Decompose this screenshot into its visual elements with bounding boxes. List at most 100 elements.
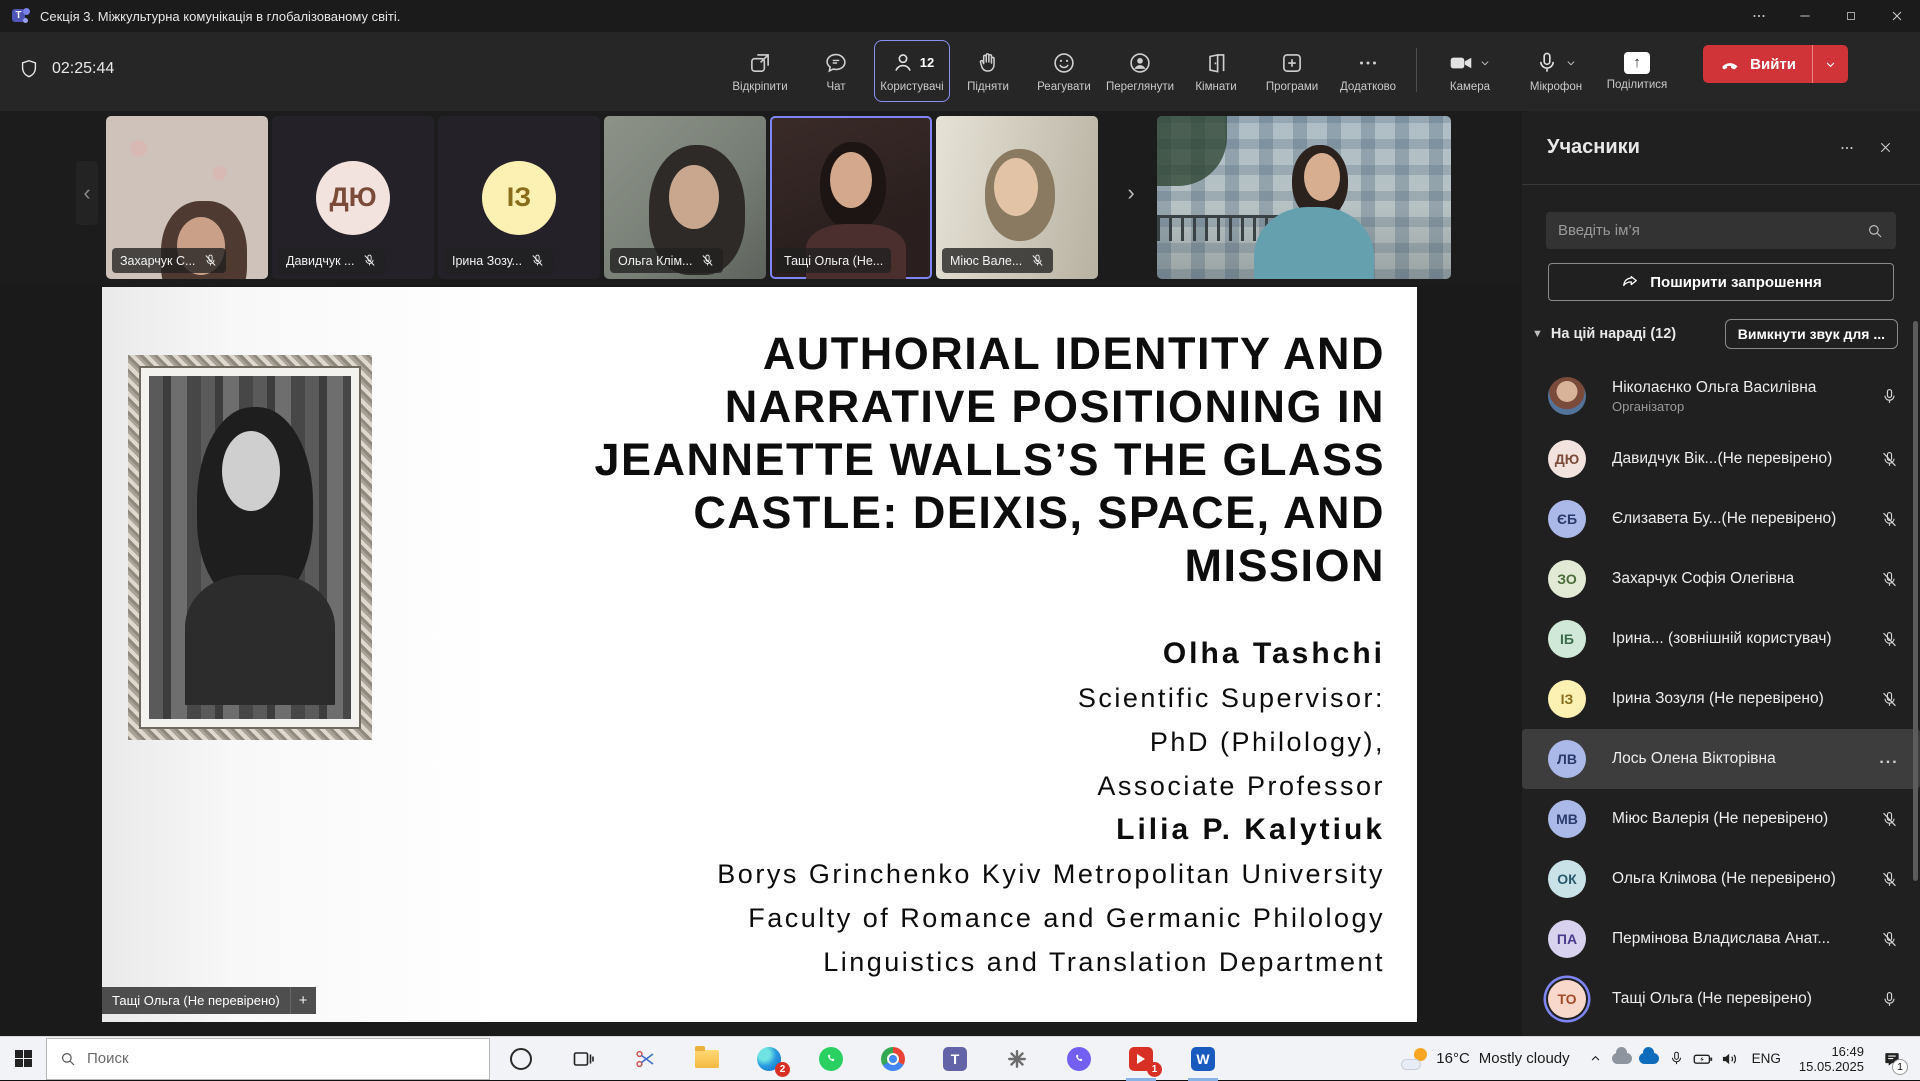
tile-name-chip: Ольга Клім... bbox=[610, 248, 723, 273]
mute-all-button[interactable]: Вимкнути звук для ... bbox=[1725, 319, 1898, 349]
leave-button[interactable]: Вийти bbox=[1703, 45, 1812, 83]
mic-off-icon[interactable] bbox=[1872, 570, 1906, 589]
task-view-icon[interactable] bbox=[552, 1037, 614, 1081]
panel-close-icon[interactable] bbox=[1866, 131, 1904, 165]
video-tile[interactable]: Міюс Вале... bbox=[936, 116, 1098, 279]
taskbar-clock[interactable]: 16:49 15.05.2025 bbox=[1789, 1044, 1874, 1074]
battery-icon[interactable] bbox=[1690, 1037, 1717, 1081]
participant-row[interactable]: ПА Пермінова Владислава Анат... bbox=[1522, 909, 1920, 969]
participant-row[interactable]: ІБ Ірина... (зовнішній користувач) bbox=[1522, 609, 1920, 669]
panel-more-icon[interactable] bbox=[1828, 131, 1866, 165]
media-app-icon[interactable]: 1 bbox=[1110, 1037, 1172, 1081]
avatar: ІБ bbox=[1548, 620, 1586, 658]
chevron-down-icon[interactable] bbox=[1564, 56, 1578, 70]
spotlight-video-tile[interactable] bbox=[1157, 116, 1451, 279]
mic-off-icon[interactable] bbox=[1872, 870, 1906, 889]
panel-scrollbar[interactable] bbox=[1913, 321, 1918, 881]
filmstrip-scroll-left-button[interactable]: ‹ bbox=[76, 161, 98, 225]
participant-row[interactable]: Ніколаєнко Ольга ВасилівнаОрганізатор bbox=[1522, 363, 1920, 429]
hang-up-icon bbox=[1719, 53, 1741, 75]
mic-off-icon[interactable] bbox=[1872, 510, 1906, 529]
apps-button[interactable]: Програми bbox=[1254, 40, 1330, 102]
react-icon bbox=[1051, 50, 1077, 76]
participant-search[interactable] bbox=[1546, 212, 1896, 249]
mic-off-icon[interactable] bbox=[1872, 450, 1906, 469]
ellipsis-icon bbox=[1355, 50, 1381, 76]
chrome-icon[interactable] bbox=[862, 1037, 924, 1081]
participant-row-highlighted[interactable]: ЛВ Лось Олена Вікторівна ... bbox=[1522, 729, 1920, 789]
tray-microphone-icon[interactable] bbox=[1663, 1037, 1690, 1081]
video-tile[interactable]: Ольга Клім... bbox=[604, 116, 766, 279]
time: 16:49 bbox=[1799, 1044, 1864, 1059]
raise-hand-button[interactable]: Підняти bbox=[950, 40, 1026, 102]
leave-options-button[interactable] bbox=[1812, 45, 1848, 83]
language-indicator[interactable]: ENG bbox=[1744, 1051, 1789, 1066]
taskbar-search[interactable] bbox=[46, 1038, 490, 1080]
weather-icon bbox=[1401, 1048, 1427, 1070]
snipping-tool-icon[interactable] bbox=[614, 1037, 676, 1081]
close-button[interactable] bbox=[1874, 0, 1920, 32]
pin-plus-button[interactable]: + bbox=[290, 987, 316, 1014]
cortana-icon[interactable] bbox=[490, 1037, 552, 1081]
filmstrip-scroll-right-button[interactable]: › bbox=[1120, 161, 1142, 225]
rooms-button[interactable]: Кімнати bbox=[1178, 40, 1254, 102]
mic-off-icon[interactable] bbox=[1872, 810, 1906, 829]
file-explorer-icon[interactable] bbox=[676, 1037, 738, 1081]
row-more-icon[interactable]: ... bbox=[1872, 750, 1906, 768]
more-options-button[interactable]: Додатково bbox=[1330, 40, 1406, 102]
weather-widget[interactable]: 16°C Mostly cloudy bbox=[1389, 1048, 1581, 1070]
minimize-button[interactable] bbox=[1782, 0, 1828, 32]
mic-off-icon[interactable] bbox=[1872, 690, 1906, 709]
participant-row[interactable]: ЄБ Єлизавета Бу...(Не перевірено) bbox=[1522, 489, 1920, 549]
microphone-button[interactable]: Мікрофон bbox=[1513, 40, 1599, 102]
share-invite-button[interactable]: Поширити запрошення bbox=[1548, 263, 1894, 301]
action-center-icon[interactable]: 1 bbox=[1874, 1037, 1910, 1081]
people-button[interactable]: 12 Користувачі bbox=[874, 40, 950, 102]
pinwheel-app-icon[interactable] bbox=[986, 1037, 1048, 1081]
teams-app-icon bbox=[12, 7, 30, 25]
react-button[interactable]: Реагувати bbox=[1026, 40, 1102, 102]
view-button[interactable]: Переглянути bbox=[1102, 40, 1178, 102]
taskbar-search-input[interactable] bbox=[87, 1050, 417, 1067]
word-icon[interactable]: W bbox=[1172, 1037, 1234, 1081]
start-button[interactable] bbox=[0, 1050, 46, 1067]
avatar: ЗО bbox=[1548, 560, 1586, 598]
tile-name-chip: Тащі Ольга (Не... bbox=[776, 248, 891, 273]
camera-button[interactable]: Камера bbox=[1427, 40, 1513, 102]
participant-row[interactable]: ОК Ольга Клімова (Не перевірено) bbox=[1522, 849, 1920, 909]
teams-icon[interactable]: T bbox=[924, 1037, 986, 1081]
participant-row[interactable]: ІЗ Ірина Зозуля (Не перевірено) bbox=[1522, 669, 1920, 729]
participant-row[interactable]: ДЮ Давидчук Вік...(Не перевірено) bbox=[1522, 429, 1920, 489]
onedrive-icon[interactable] bbox=[1636, 1037, 1663, 1081]
mic-on-icon[interactable] bbox=[1872, 387, 1906, 406]
mic-off-icon[interactable] bbox=[1872, 630, 1906, 649]
slide-author-block: Olha Tashchi Scientific Supervisor: PhD … bbox=[485, 632, 1385, 984]
maximize-button[interactable] bbox=[1828, 0, 1874, 32]
participant-row[interactable]: ЗО Захарчук Софія Олегівна bbox=[1522, 549, 1920, 609]
chevron-down-icon[interactable] bbox=[1478, 56, 1492, 70]
mic-off-icon[interactable] bbox=[1872, 930, 1906, 949]
participant-row[interactable]: МВ Міюс Валерія (Не перевірено) bbox=[1522, 789, 1920, 849]
avatar: ОК bbox=[1548, 860, 1586, 898]
whatsapp-icon[interactable] bbox=[800, 1037, 862, 1081]
share-invite-icon bbox=[1620, 272, 1640, 292]
mic-on-icon[interactable] bbox=[1872, 990, 1906, 1009]
viber-icon[interactable] bbox=[1048, 1037, 1110, 1081]
tray-expand-icon[interactable] bbox=[1582, 1037, 1609, 1081]
chat-button[interactable]: Чат bbox=[798, 40, 874, 102]
avatar: ЛВ bbox=[1548, 740, 1586, 778]
section-collapse-caret[interactable]: ▼ bbox=[1532, 328, 1543, 340]
edge-icon[interactable]: 2 bbox=[738, 1037, 800, 1081]
participant-search-input[interactable] bbox=[1558, 222, 1866, 239]
active-speaker-tile[interactable]: Тащі Ольга (Не... bbox=[770, 116, 932, 279]
video-tile[interactable]: Захарчук С... bbox=[106, 116, 268, 279]
cloud-sync-icon[interactable] bbox=[1609, 1037, 1636, 1081]
volume-icon[interactable] bbox=[1717, 1037, 1744, 1081]
window-titlebar: Секція 3. Міжкультурна комунікація в гло… bbox=[0, 0, 1920, 32]
share-button[interactable]: ↑ Поділитися bbox=[1599, 40, 1675, 102]
participant-row[interactable]: ТО Тащі Ольга (Не перевірено) bbox=[1522, 969, 1920, 1029]
video-tile[interactable]: ДЮ Давидчук ... bbox=[272, 116, 434, 279]
titlebar-more-icon[interactable] bbox=[1736, 0, 1782, 32]
video-tile[interactable]: ІЗ Ірина Зозу... bbox=[438, 116, 600, 279]
unpin-button[interactable]: Відкріпити bbox=[722, 40, 798, 102]
